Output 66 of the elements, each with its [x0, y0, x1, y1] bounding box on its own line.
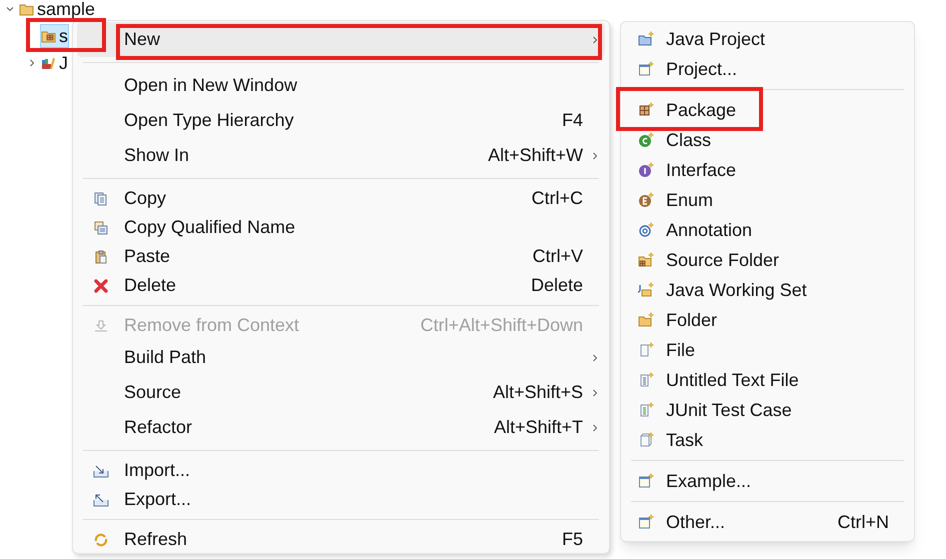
shortcut-text: F5 [562, 528, 583, 551]
menu-item[interactable]: Class [625, 125, 910, 155]
class-icon [638, 132, 654, 148]
menu-item[interactable]: Open Type Hierarchy F4 [77, 103, 605, 138]
enum-icon [638, 192, 654, 208]
menu-item[interactable]: Paste Ctrl+V [77, 242, 605, 271]
menu-item[interactable]: Annotation [625, 215, 910, 245]
menu-item[interactable]: Example... [625, 466, 910, 496]
menu-item[interactable]: Untitled Text File [625, 365, 910, 395]
shortcut-text: Ctrl+V [532, 245, 583, 268]
delete-icon [92, 278, 108, 294]
menu-item[interactable]: Package [625, 95, 910, 125]
menu-item[interactable]: Folder [625, 305, 910, 335]
menu-item[interactable]: Refactor Alt+Shift+T [77, 410, 605, 445]
menu-item[interactable]: Export... [77, 485, 605, 514]
menu-item[interactable]: Copy Ctrl+C [77, 184, 605, 213]
menu-item[interactable]: Show In Alt+Shift+W [77, 138, 605, 173]
menu-item[interactable]: Build Path [77, 340, 605, 375]
test-case-icon [638, 402, 654, 418]
shortcut-text: Alt+Shift+W [488, 144, 583, 167]
shortcut-text: Delete [530, 274, 583, 297]
copy-icon [92, 190, 108, 206]
menu-item[interactable]: File [625, 335, 910, 365]
text-file-icon [638, 372, 654, 388]
menu-item[interactable]: Java Working Set [625, 275, 910, 305]
window-icon [638, 514, 654, 530]
menu-item[interactable]: Task [625, 425, 910, 455]
shortcut-text: Alt+Shift+T [494, 416, 583, 439]
working-set-icon [638, 282, 654, 298]
export-icon [92, 492, 108, 508]
clipboard-icon [92, 248, 108, 264]
menu-item[interactable]: Delete Delete [77, 271, 605, 300]
menu-item[interactable]: Source Alt+Shift+S [77, 375, 605, 410]
shortcut-text: Alt+Shift+S [492, 381, 583, 404]
tree-item[interactable]: sample [18, 0, 96, 20]
menu-item[interactable]: Project... [625, 54, 910, 84]
menu-item[interactable]: Source Folder [625, 245, 910, 275]
menu-item[interactable]: Open in New Window [77, 68, 605, 103]
refresh-icon [92, 532, 108, 548]
source-folder-icon [638, 252, 654, 268]
menu-item: Remove from Context Ctrl+Alt+Shift+Down [77, 311, 605, 340]
shortcut-text: F4 [562, 109, 583, 132]
menu-item[interactable]: Interface [625, 155, 910, 185]
shortcut-text: Ctrl+C [531, 187, 583, 210]
project-folder-icon [638, 31, 654, 47]
file-icon [638, 342, 654, 358]
window-icon [638, 473, 654, 489]
menu-item[interactable]: Other... Ctrl+N [625, 507, 910, 537]
menu-item[interactable]: Java Project [625, 24, 910, 54]
remove-icon [92, 318, 108, 334]
shortcut-text: Ctrl+N [837, 510, 889, 534]
menu-item[interactable]: Import... [77, 456, 605, 485]
interface-icon [638, 162, 654, 178]
copy-icon [92, 220, 108, 236]
folder-icon [638, 312, 654, 328]
import-icon [92, 462, 108, 478]
shortcut-text: Ctrl+Alt+Shift+Down [420, 314, 583, 337]
menu-item[interactable]: Refresh F5 [77, 525, 605, 553]
tree-item[interactable]: s [40, 24, 69, 48]
project-icon [638, 61, 654, 77]
menu-item[interactable]: Enum [625, 185, 910, 215]
menu-item[interactable]: Copy Qualified Name [77, 213, 605, 242]
task-icon [638, 432, 654, 448]
tree-item[interactable]: J [40, 50, 69, 74]
package-icon [638, 102, 654, 118]
menu-item[interactable]: JUnit Test Case [625, 395, 910, 425]
